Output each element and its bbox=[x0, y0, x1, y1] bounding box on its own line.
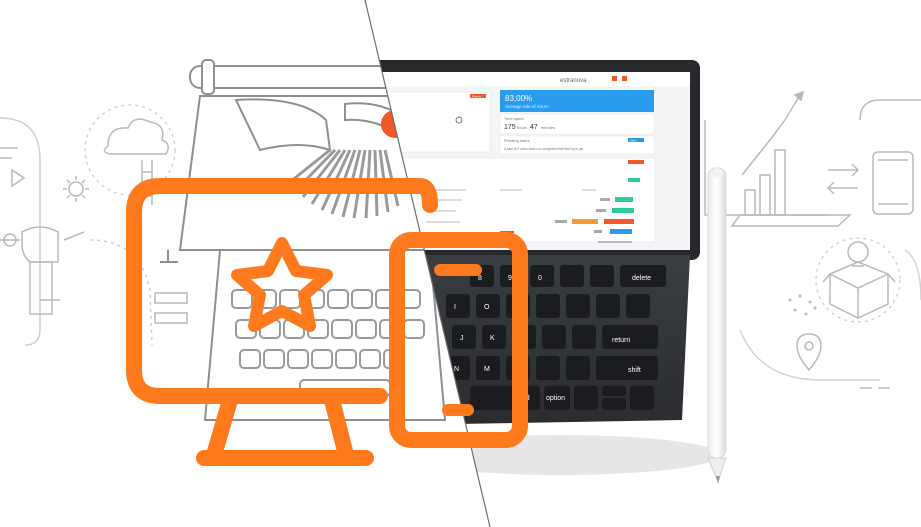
svg-text:O: O bbox=[484, 304, 490, 311]
svg-text:minutes: minutes bbox=[541, 125, 555, 130]
svg-text:J: J bbox=[460, 335, 464, 342]
chart-growth-icon bbox=[704, 90, 852, 227]
illustration-canvas: estranova 83,00% Average rate of return … bbox=[0, 0, 921, 527]
tools-hand-icon bbox=[0, 226, 85, 315]
svg-text:N: N bbox=[454, 366, 459, 373]
metric-percent: 83,00% bbox=[505, 94, 532, 103]
key-shift: shift bbox=[628, 367, 641, 374]
play-icon bbox=[0, 117, 41, 346]
key-return: return bbox=[612, 337, 630, 344]
time-minutes: 47 bbox=[530, 124, 538, 131]
svg-text:hours: hours bbox=[517, 125, 527, 130]
svg-text:K: K bbox=[490, 335, 495, 342]
screen-logo: estranova bbox=[560, 78, 587, 84]
map-pin-icon bbox=[739, 329, 880, 381]
left-background-icons bbox=[0, 104, 188, 346]
phone-devices-icon bbox=[859, 99, 921, 215]
right-background-icons bbox=[704, 90, 921, 389]
svg-text:9: 9 bbox=[508, 275, 512, 282]
key-option: option bbox=[546, 395, 565, 402]
gear-icon bbox=[63, 176, 89, 202]
dots-decoration bbox=[788, 294, 817, 316]
stylus-pencil bbox=[707, 167, 727, 484]
lightbulb-box-icon bbox=[815, 237, 901, 323]
key-delete: delete bbox=[632, 275, 651, 282]
svg-text:View: View bbox=[630, 139, 637, 143]
pending-label: Pending users bbox=[504, 138, 530, 143]
hero-illustration: estranova 83,00% Average rate of return … bbox=[0, 0, 921, 527]
time-label: Time spent bbox=[504, 116, 525, 121]
svg-text:I: I bbox=[454, 304, 456, 311]
svg-text:Export: Export bbox=[472, 95, 481, 99]
pending-text: A total of 0 users have not completed th… bbox=[504, 147, 583, 151]
svg-text:0: 0 bbox=[538, 275, 542, 282]
swap-arrows-icon bbox=[826, 163, 860, 195]
metric-caption: Average rate of return bbox=[505, 104, 549, 109]
svg-text:8: 8 bbox=[478, 275, 482, 282]
screen-table bbox=[379, 157, 656, 243]
svg-text:M: M bbox=[484, 366, 490, 373]
time-hours: 175 bbox=[504, 124, 516, 131]
